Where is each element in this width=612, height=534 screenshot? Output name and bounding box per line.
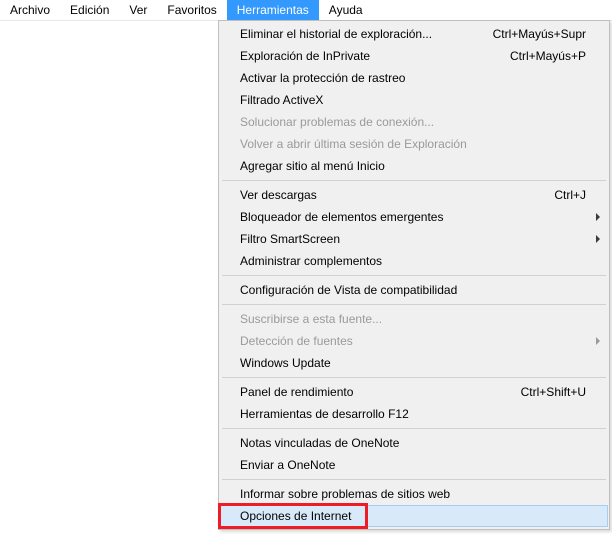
menubar-item-herramientas[interactable]: Herramientas bbox=[227, 0, 319, 20]
chevron-right-icon bbox=[596, 213, 600, 221]
menu-item-label: Bloqueador de elementos emergentes bbox=[240, 210, 586, 224]
menu-separator bbox=[222, 479, 606, 480]
menu-item[interactable]: Panel de rendimiento Ctrl+Shift+U bbox=[220, 381, 608, 403]
chevron-right-icon bbox=[596, 235, 600, 243]
menu-item[interactable]: Configuración de Vista de compatibilidad bbox=[220, 279, 608, 301]
menu-separator bbox=[222, 275, 606, 276]
menubar-item-label: Edición bbox=[70, 3, 109, 17]
menu-item-label: Filtrado ActiveX bbox=[240, 93, 586, 107]
menu-item-label: Eliminar el historial de exploración... bbox=[240, 27, 473, 41]
menu-separator bbox=[222, 377, 606, 378]
tools-dropdown: Eliminar el historial de exploración... C… bbox=[218, 20, 610, 530]
menubar-item-label: Ver bbox=[129, 3, 147, 17]
menu-item-label: Exploración de InPrivate bbox=[240, 49, 490, 63]
menu-item[interactable]: Administrar complementos bbox=[220, 250, 608, 272]
menu-item-label: Administrar complementos bbox=[240, 254, 586, 268]
menubar-item-label: Herramientas bbox=[237, 3, 309, 17]
menu-item-shortcut: Ctrl+Mayús+Supr bbox=[493, 27, 586, 41]
menu-item[interactable]: Herramientas de desarrollo F12 bbox=[220, 403, 608, 425]
menu-item[interactable]: Windows Update bbox=[220, 352, 608, 374]
menu-item[interactable]: Ver descargas Ctrl+J bbox=[220, 184, 608, 206]
menu-item-label: Panel de rendimiento bbox=[240, 385, 501, 399]
menubar-item-archivo[interactable]: Archivo bbox=[0, 0, 60, 20]
menu-separator bbox=[222, 304, 606, 305]
menu-item-label: Solucionar problemas de conexión... bbox=[240, 115, 586, 129]
menu-item[interactable]: Informar sobre problemas de sitios web bbox=[220, 483, 608, 505]
menu-item-label: Detección de fuentes bbox=[240, 334, 586, 348]
menu-item-label: Suscribirse a esta fuente... bbox=[240, 312, 586, 326]
menubar-item-favoritos[interactable]: Favoritos bbox=[157, 0, 226, 20]
menubar-item-edición[interactable]: Edición bbox=[60, 0, 119, 20]
menu-item-label: Configuración de Vista de compatibilidad bbox=[240, 283, 586, 297]
menubar-item-label: Favoritos bbox=[167, 3, 216, 17]
menu-item[interactable]: Bloqueador de elementos emergentes bbox=[220, 206, 608, 228]
menu-item[interactable]: Enviar a OneNote bbox=[220, 454, 608, 476]
menu-item-label: Notas vinculadas de OneNote bbox=[240, 436, 586, 450]
menu-item-label: Filtro SmartScreen bbox=[240, 232, 586, 246]
menubar-item-label: Ayuda bbox=[329, 3, 363, 17]
menu-separator bbox=[222, 180, 606, 181]
menu-item[interactable]: Activar la protección de rastreo bbox=[220, 67, 608, 89]
menubar-item-label: Archivo bbox=[10, 3, 50, 17]
menu-item-label: Volver a abrir última sesión de Explorac… bbox=[240, 137, 586, 151]
menu-item-label: Informar sobre problemas de sitios web bbox=[240, 487, 586, 501]
menu-item[interactable]: Eliminar el historial de exploración... C… bbox=[220, 23, 608, 45]
menu-item: Detección de fuentes bbox=[220, 330, 608, 352]
menu-item[interactable]: Filtrado ActiveX bbox=[220, 89, 608, 111]
menu-item-shortcut: Ctrl+Mayús+P bbox=[510, 49, 586, 63]
menu-item-label: Enviar a OneNote bbox=[240, 458, 586, 472]
menu-item-label: Ver descargas bbox=[240, 188, 534, 202]
menu-item[interactable]: Notas vinculadas de OneNote bbox=[220, 432, 608, 454]
menu-item: Solucionar problemas de conexión... bbox=[220, 111, 608, 133]
menu-item[interactable]: Exploración de InPrivate Ctrl+Mayús+P bbox=[220, 45, 608, 67]
menu-item-label: Windows Update bbox=[240, 356, 586, 370]
menu-item-shortcut: Ctrl+J bbox=[554, 188, 586, 202]
menu-item-shortcut: Ctrl+Shift+U bbox=[521, 385, 586, 399]
menubar-item-ayuda[interactable]: Ayuda bbox=[319, 0, 373, 20]
menu-item-label: Herramientas de desarrollo F12 bbox=[240, 407, 586, 421]
menu-item: Volver a abrir última sesión de Explorac… bbox=[220, 133, 608, 155]
menu-item[interactable]: Opciones de Internet bbox=[220, 505, 608, 527]
menu-separator bbox=[222, 428, 606, 429]
menu-item[interactable]: Filtro SmartScreen bbox=[220, 228, 608, 250]
menu-item-label: Agregar sitio al menú Inicio bbox=[240, 159, 586, 173]
menu-item: Suscribirse a esta fuente... bbox=[220, 308, 608, 330]
chevron-right-icon bbox=[596, 337, 600, 345]
menu-item[interactable]: Agregar sitio al menú Inicio bbox=[220, 155, 608, 177]
menubar: Archivo Edición Ver Favoritos Herramientas Ay… bbox=[0, 0, 612, 21]
menu-item-label: Opciones de Internet bbox=[240, 509, 586, 523]
menu-item-label: Activar la protección de rastreo bbox=[240, 71, 586, 85]
menubar-item-ver[interactable]: Ver bbox=[119, 0, 157, 20]
